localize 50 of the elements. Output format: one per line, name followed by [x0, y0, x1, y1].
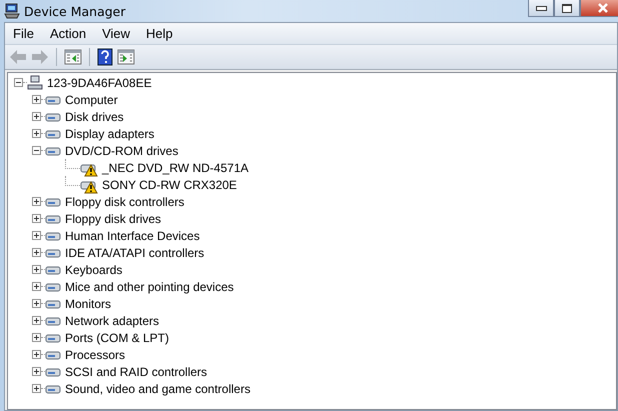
tree-item[interactable]: Disk drives	[65, 110, 124, 124]
expand-toggle[interactable]	[32, 214, 41, 223]
tree-item[interactable]: Computer	[65, 92, 118, 106]
tree-item[interactable]: Network adapters	[65, 314, 160, 328]
window-title: Device Manager	[24, 4, 126, 18]
help-icon[interactable]	[97, 48, 113, 66]
expand-toggle[interactable]	[32, 129, 41, 138]
expand-toggle[interactable]	[32, 316, 41, 325]
expand-toggle[interactable]	[32, 299, 41, 308]
menu-item[interactable]: File	[5, 26, 42, 41]
expand-toggle[interactable]	[32, 112, 41, 121]
expand-toggle[interactable]	[32, 265, 41, 274]
tree-item[interactable]: 123-9DA46FA08EE	[47, 76, 152, 90]
tree-item[interactable]: SCSI and RAID controllers	[65, 364, 208, 378]
pane-toggle-icon[interactable]	[64, 49, 82, 65]
menu-item[interactable]: View	[94, 26, 138, 41]
menu-item[interactable]: Help	[138, 26, 181, 41]
computer-icon	[4, 3, 20, 19]
close-icon	[597, 3, 609, 13]
tree-item[interactable]: _NEC DVD_RW ND-4571A	[102, 160, 248, 174]
tree-item[interactable]: Processors	[65, 348, 126, 362]
maximize-button[interactable]	[554, 0, 580, 17]
expand-toggle[interactable]	[32, 282, 41, 291]
tree-item[interactable]: Human Interface Devices	[65, 228, 200, 242]
tree-item[interactable]: SONY CD-RW CRX320E	[102, 178, 237, 192]
tree-item[interactable]: Floppy disk drives	[65, 212, 162, 226]
expand-toggle[interactable]	[32, 197, 41, 206]
expand-toggle[interactable]	[32, 384, 41, 393]
expand-toggle[interactable]	[32, 350, 41, 359]
expand-toggle[interactable]	[32, 367, 41, 376]
expand-toggle[interactable]	[32, 231, 41, 240]
tree-item[interactable]: Mice and other pointing devices	[65, 280, 234, 294]
expand-toggle[interactable]	[32, 95, 41, 104]
pane-toggle-icon[interactable]	[117, 49, 135, 65]
tree-item[interactable]: DVD/CD-ROM drives	[65, 144, 178, 158]
menu-item[interactable]: Action	[42, 26, 94, 41]
tree-item[interactable]: Display adapters	[65, 126, 154, 140]
tree-item[interactable]: Monitors	[65, 296, 112, 310]
tree-item[interactable]: Floppy disk controllers	[65, 194, 184, 208]
tree-item[interactable]: Sound, video and game controllers	[65, 382, 250, 396]
tree-item[interactable]: Ports (COM & LPT)	[65, 330, 170, 344]
close-button[interactable]	[580, 0, 618, 17]
minimize-button[interactable]	[528, 0, 554, 17]
computer-icon	[27, 74, 43, 90]
expand-toggle[interactable]	[32, 248, 41, 257]
expand-toggle[interactable]	[32, 146, 41, 155]
expand-toggle[interactable]	[32, 333, 41, 342]
tree-item[interactable]: IDE ATA/ATAPI controllers	[65, 246, 204, 260]
tree-item[interactable]: Keyboards	[65, 262, 122, 276]
expand-toggle[interactable]	[14, 78, 23, 87]
